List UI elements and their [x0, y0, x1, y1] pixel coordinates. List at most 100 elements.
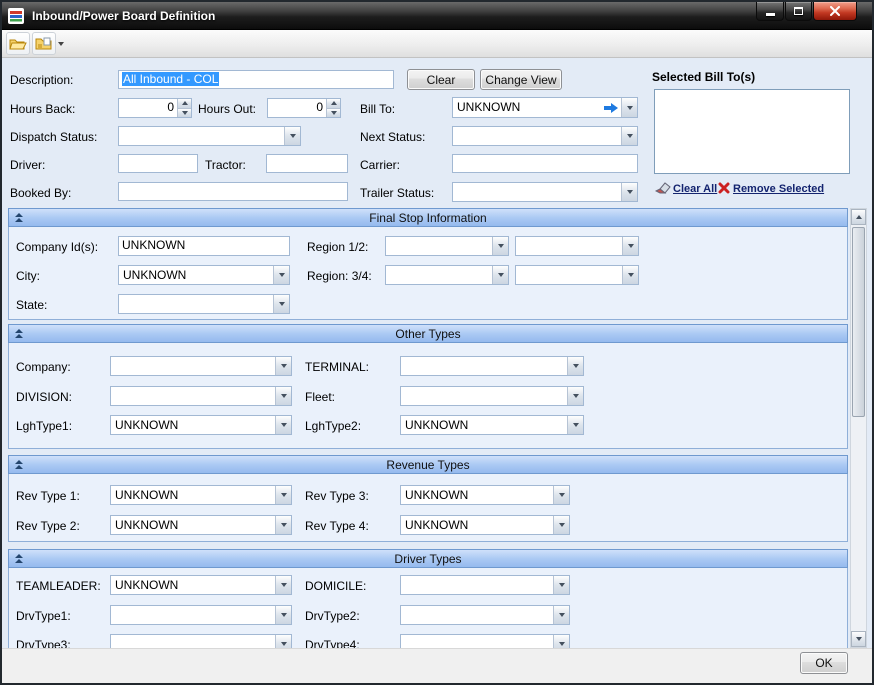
company-ids-input[interactable]: UNKNOWN	[118, 236, 290, 256]
revtype4-select[interactable]: UNKNOWN	[400, 515, 570, 535]
region-34-label: Region: 3/4:	[307, 269, 372, 283]
hours-back-stepper[interactable]: 0	[118, 98, 192, 118]
maximize-button[interactable]	[785, 2, 812, 21]
clear-button[interactable]: Clear	[407, 69, 475, 90]
booked-by-input[interactable]	[118, 182, 348, 201]
increment-button[interactable]	[178, 99, 191, 108]
section-header-other-types[interactable]: Other Types	[8, 324, 848, 343]
region-1-select[interactable]	[385, 236, 509, 256]
bill-to-lookup-button[interactable]	[601, 98, 621, 117]
revtype2-select[interactable]: UNKNOWN	[110, 515, 292, 535]
dropdown-button[interactable]	[622, 237, 638, 255]
increment-button[interactable]	[327, 99, 340, 108]
dropdown-button[interactable]	[567, 416, 583, 434]
dropdown-button[interactable]	[621, 183, 637, 201]
revtype1-label: Rev Type 1:	[16, 489, 80, 503]
clear-all-link[interactable]: Clear All	[673, 183, 717, 195]
next-status-select[interactable]	[452, 126, 638, 146]
minimize-icon	[766, 13, 775, 16]
dropdown-button[interactable]	[567, 387, 583, 405]
bill-to-select[interactable]: UNKNOWN	[452, 97, 638, 118]
dropdown-button[interactable]	[275, 606, 291, 624]
dropdown-button[interactable]	[273, 295, 289, 313]
chevron-down-icon	[628, 273, 634, 277]
division-select[interactable]	[110, 386, 292, 406]
description-input[interactable]: All Inbound - COL	[118, 70, 394, 89]
dropdown-button[interactable]	[492, 237, 508, 255]
dropdown-button[interactable]	[553, 516, 569, 534]
dropdown-button[interactable]	[621, 98, 637, 117]
drvtype1-select[interactable]	[110, 605, 292, 625]
domicile-label: DOMICILE:	[305, 579, 366, 593]
minimize-button[interactable]	[756, 2, 784, 21]
company-select[interactable]	[110, 356, 292, 376]
dropdown-button[interactable]	[492, 266, 508, 284]
domicile-select[interactable]	[400, 575, 570, 595]
collapse-icon[interactable]	[15, 213, 23, 222]
dropdown-button[interactable]	[275, 486, 291, 504]
collapse-icon[interactable]	[15, 329, 23, 338]
drvtype2-value	[401, 606, 553, 624]
lghtype2-select[interactable]: UNKNOWN	[400, 415, 584, 435]
hours-out-value: 0	[268, 99, 326, 117]
dropdown-button[interactable]	[273, 266, 289, 284]
region-4-select[interactable]	[515, 265, 639, 285]
teamleader-select[interactable]: UNKNOWN	[110, 575, 292, 595]
collapse-icon[interactable]	[15, 554, 23, 563]
dropdown-button[interactable]	[275, 416, 291, 434]
lghtype1-select[interactable]: UNKNOWN	[110, 415, 292, 435]
new-board-button[interactable]	[32, 32, 56, 55]
revtype3-select[interactable]: UNKNOWN	[400, 485, 570, 505]
lghtype2-value: UNKNOWN	[401, 416, 567, 434]
dropdown-button[interactable]	[275, 516, 291, 534]
driver-input[interactable]	[118, 154, 198, 173]
dropdown-button[interactable]	[275, 576, 291, 594]
decrement-button[interactable]	[178, 108, 191, 118]
scrollbar-thumb[interactable]	[852, 227, 865, 417]
dropdown-button[interactable]	[284, 127, 300, 145]
dropdown-button[interactable]	[621, 127, 637, 145]
close-button[interactable]	[813, 2, 857, 21]
state-select[interactable]	[118, 294, 290, 314]
section-header-revenue-types[interactable]: Revenue Types	[8, 455, 848, 474]
change-view-button[interactable]: Change View	[480, 69, 562, 90]
chevron-down-icon	[627, 134, 633, 138]
vertical-scrollbar[interactable]	[850, 208, 867, 648]
selected-bill-to-list[interactable]	[654, 89, 850, 174]
drvtype2-select[interactable]	[400, 605, 570, 625]
scroll-down-button[interactable]	[851, 631, 866, 647]
hours-out-stepper[interactable]: 0	[267, 98, 341, 118]
dropdown-button[interactable]	[553, 576, 569, 594]
city-select[interactable]: UNKNOWN	[118, 265, 290, 285]
ok-button[interactable]: OK	[800, 652, 848, 674]
dropdown-button[interactable]	[275, 387, 291, 405]
section-header-driver-types[interactable]: Driver Types	[8, 549, 848, 568]
remove-selected-link[interactable]: Remove Selected	[733, 183, 824, 195]
dropdown-button[interactable]	[553, 486, 569, 504]
trailer-status-select[interactable]	[452, 182, 638, 202]
terminal-select[interactable]	[400, 356, 584, 376]
dropdown-button[interactable]	[622, 266, 638, 284]
dropdown-button[interactable]	[275, 357, 291, 375]
open-folder-icon	[9, 37, 27, 51]
fleet-value	[401, 387, 567, 405]
open-board-button[interactable]	[6, 32, 30, 55]
tractor-input[interactable]	[266, 154, 348, 173]
title-bar[interactable]: Inbound/Power Board Definition	[2, 2, 872, 30]
dispatch-status-select[interactable]	[118, 126, 301, 146]
dropdown-button[interactable]	[567, 357, 583, 375]
dropdown-button[interactable]	[553, 606, 569, 624]
region-2-select[interactable]	[515, 236, 639, 256]
revtype1-select[interactable]: UNKNOWN	[110, 485, 292, 505]
decrement-button[interactable]	[327, 108, 340, 118]
fleet-select[interactable]	[400, 386, 584, 406]
carrier-label: Carrier:	[360, 158, 400, 172]
scroll-up-button[interactable]	[851, 209, 866, 225]
section-header-final-stop[interactable]: Final Stop Information	[8, 208, 848, 227]
carrier-input[interactable]	[452, 154, 638, 173]
drvtype1-value	[111, 606, 275, 624]
terminal-label: TERMINAL:	[305, 360, 369, 374]
collapse-icon[interactable]	[15, 460, 23, 469]
toolbar-overflow-icon[interactable]	[58, 42, 64, 46]
region-3-select[interactable]	[385, 265, 509, 285]
